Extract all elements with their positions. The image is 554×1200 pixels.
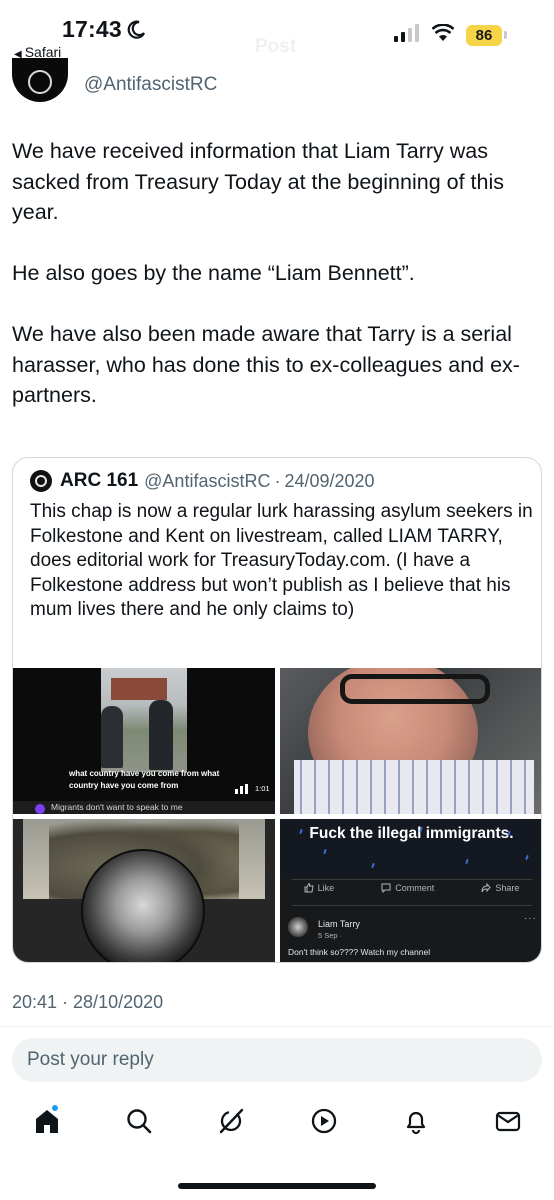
tweet-paragraph: He also goes by the name “Liam Bennett”. [12, 261, 415, 285]
quote-text: This chap is now a regular lurk harassin… [30, 501, 533, 620]
video-title: Migrants don't want to speak to me [13, 801, 275, 814]
fb-like: Like [304, 883, 335, 893]
share-icon [481, 883, 492, 893]
moon-icon [127, 20, 145, 39]
fb-comment-label: Comment [395, 883, 435, 893]
tweet-timestamp[interactable]: 20:41 · 28/10/2020 [12, 992, 163, 1013]
commenter-name: Liam Tarry [318, 919, 360, 929]
more-icon: ··· [524, 913, 537, 924]
comment-icon [381, 883, 391, 893]
banner-text: Fuck the illegal immigrants. [309, 825, 514, 842]
tweet-paragraph: We have received information that Liam T… [12, 139, 504, 224]
quote-separator: · [274, 470, 281, 491]
tweet-paragraph: We have also been made aware that Tarry … [12, 322, 520, 407]
person-figure [149, 700, 173, 770]
circular-portrait [81, 849, 205, 962]
author-avatar[interactable] [12, 58, 68, 102]
quote-date: 24/09/2020 [284, 470, 375, 491]
rain-drop [465, 858, 469, 865]
comment-text: Don't think so???? Watch my channel [288, 947, 431, 957]
fb-share-label: Share [495, 883, 520, 893]
fb-comment: Comment [381, 883, 434, 893]
reply-input[interactable]: Post your reply [12, 1038, 542, 1082]
quoted-tweet-card[interactable]: ARC 161 @AntifascistRC · 24/09/2020 This… [12, 457, 542, 963]
audio-bars-icon [235, 784, 248, 794]
fb-actions: Like Comment Share [280, 883, 541, 893]
battery-nub [504, 31, 507, 39]
quote-author-name: ARC 161 [60, 470, 139, 491]
person-figure [101, 706, 123, 768]
divider [292, 905, 532, 906]
rain-drop [323, 848, 327, 855]
media-video-still[interactable]: what country have you come from what cou… [13, 668, 275, 814]
quote-author-handle: @AntifascistRC [144, 470, 271, 491]
battery-indicator: 86 [466, 25, 502, 46]
home-notification-dot [51, 1104, 59, 1112]
quote-avatar [30, 470, 52, 492]
fb-like-label: Like [317, 883, 335, 893]
faded-header-title: Post [255, 36, 297, 57]
tweet-text: We have received information that Liam T… [12, 136, 542, 441]
status-bar: 17:43 ◀ Safari Post 86 [0, 0, 554, 62]
post-banner: Fuck the illegal immigrants. [280, 819, 541, 877]
comment-meta: 5 Sep · [318, 931, 343, 940]
video-duration: 1:01 [255, 784, 270, 793]
signal-icon [394, 24, 419, 42]
thumbs-up-icon [304, 883, 314, 893]
media-portrait-image[interactable] [13, 819, 275, 962]
rain-drop [525, 854, 529, 861]
rain-drop [371, 862, 375, 869]
divider [0, 1026, 554, 1027]
search-icon[interactable] [124, 1106, 154, 1136]
wifi-icon [432, 24, 454, 41]
media-facebook-screenshot[interactable]: Fuck the illegal immigrants. Like Commen… [280, 819, 541, 962]
video-caption: what country have you come from what cou… [69, 769, 220, 790]
bottom-nav [0, 1100, 554, 1150]
avatar-logo [28, 70, 52, 94]
quote-header: ARC 161 @AntifascistRC · 24/09/2020 [30, 470, 375, 492]
author-handle[interactable]: @AntifascistRC [84, 74, 217, 96]
fb-share: Share [481, 883, 519, 893]
divider [292, 879, 532, 880]
home-indicator[interactable] [178, 1183, 376, 1189]
glasses [340, 674, 490, 704]
building-roof [111, 678, 167, 700]
status-time: 17:43 [62, 16, 122, 42]
messages-icon[interactable] [493, 1106, 523, 1136]
grok-icon[interactable] [216, 1106, 246, 1136]
street-scene [101, 668, 187, 772]
notifications-icon[interactable] [401, 1106, 431, 1136]
video-icon[interactable] [309, 1106, 339, 1136]
commenter-avatar [288, 917, 308, 937]
media-face-photo[interactable] [280, 668, 541, 814]
striped-shirt [294, 760, 534, 814]
channel-avatar [35, 804, 45, 814]
